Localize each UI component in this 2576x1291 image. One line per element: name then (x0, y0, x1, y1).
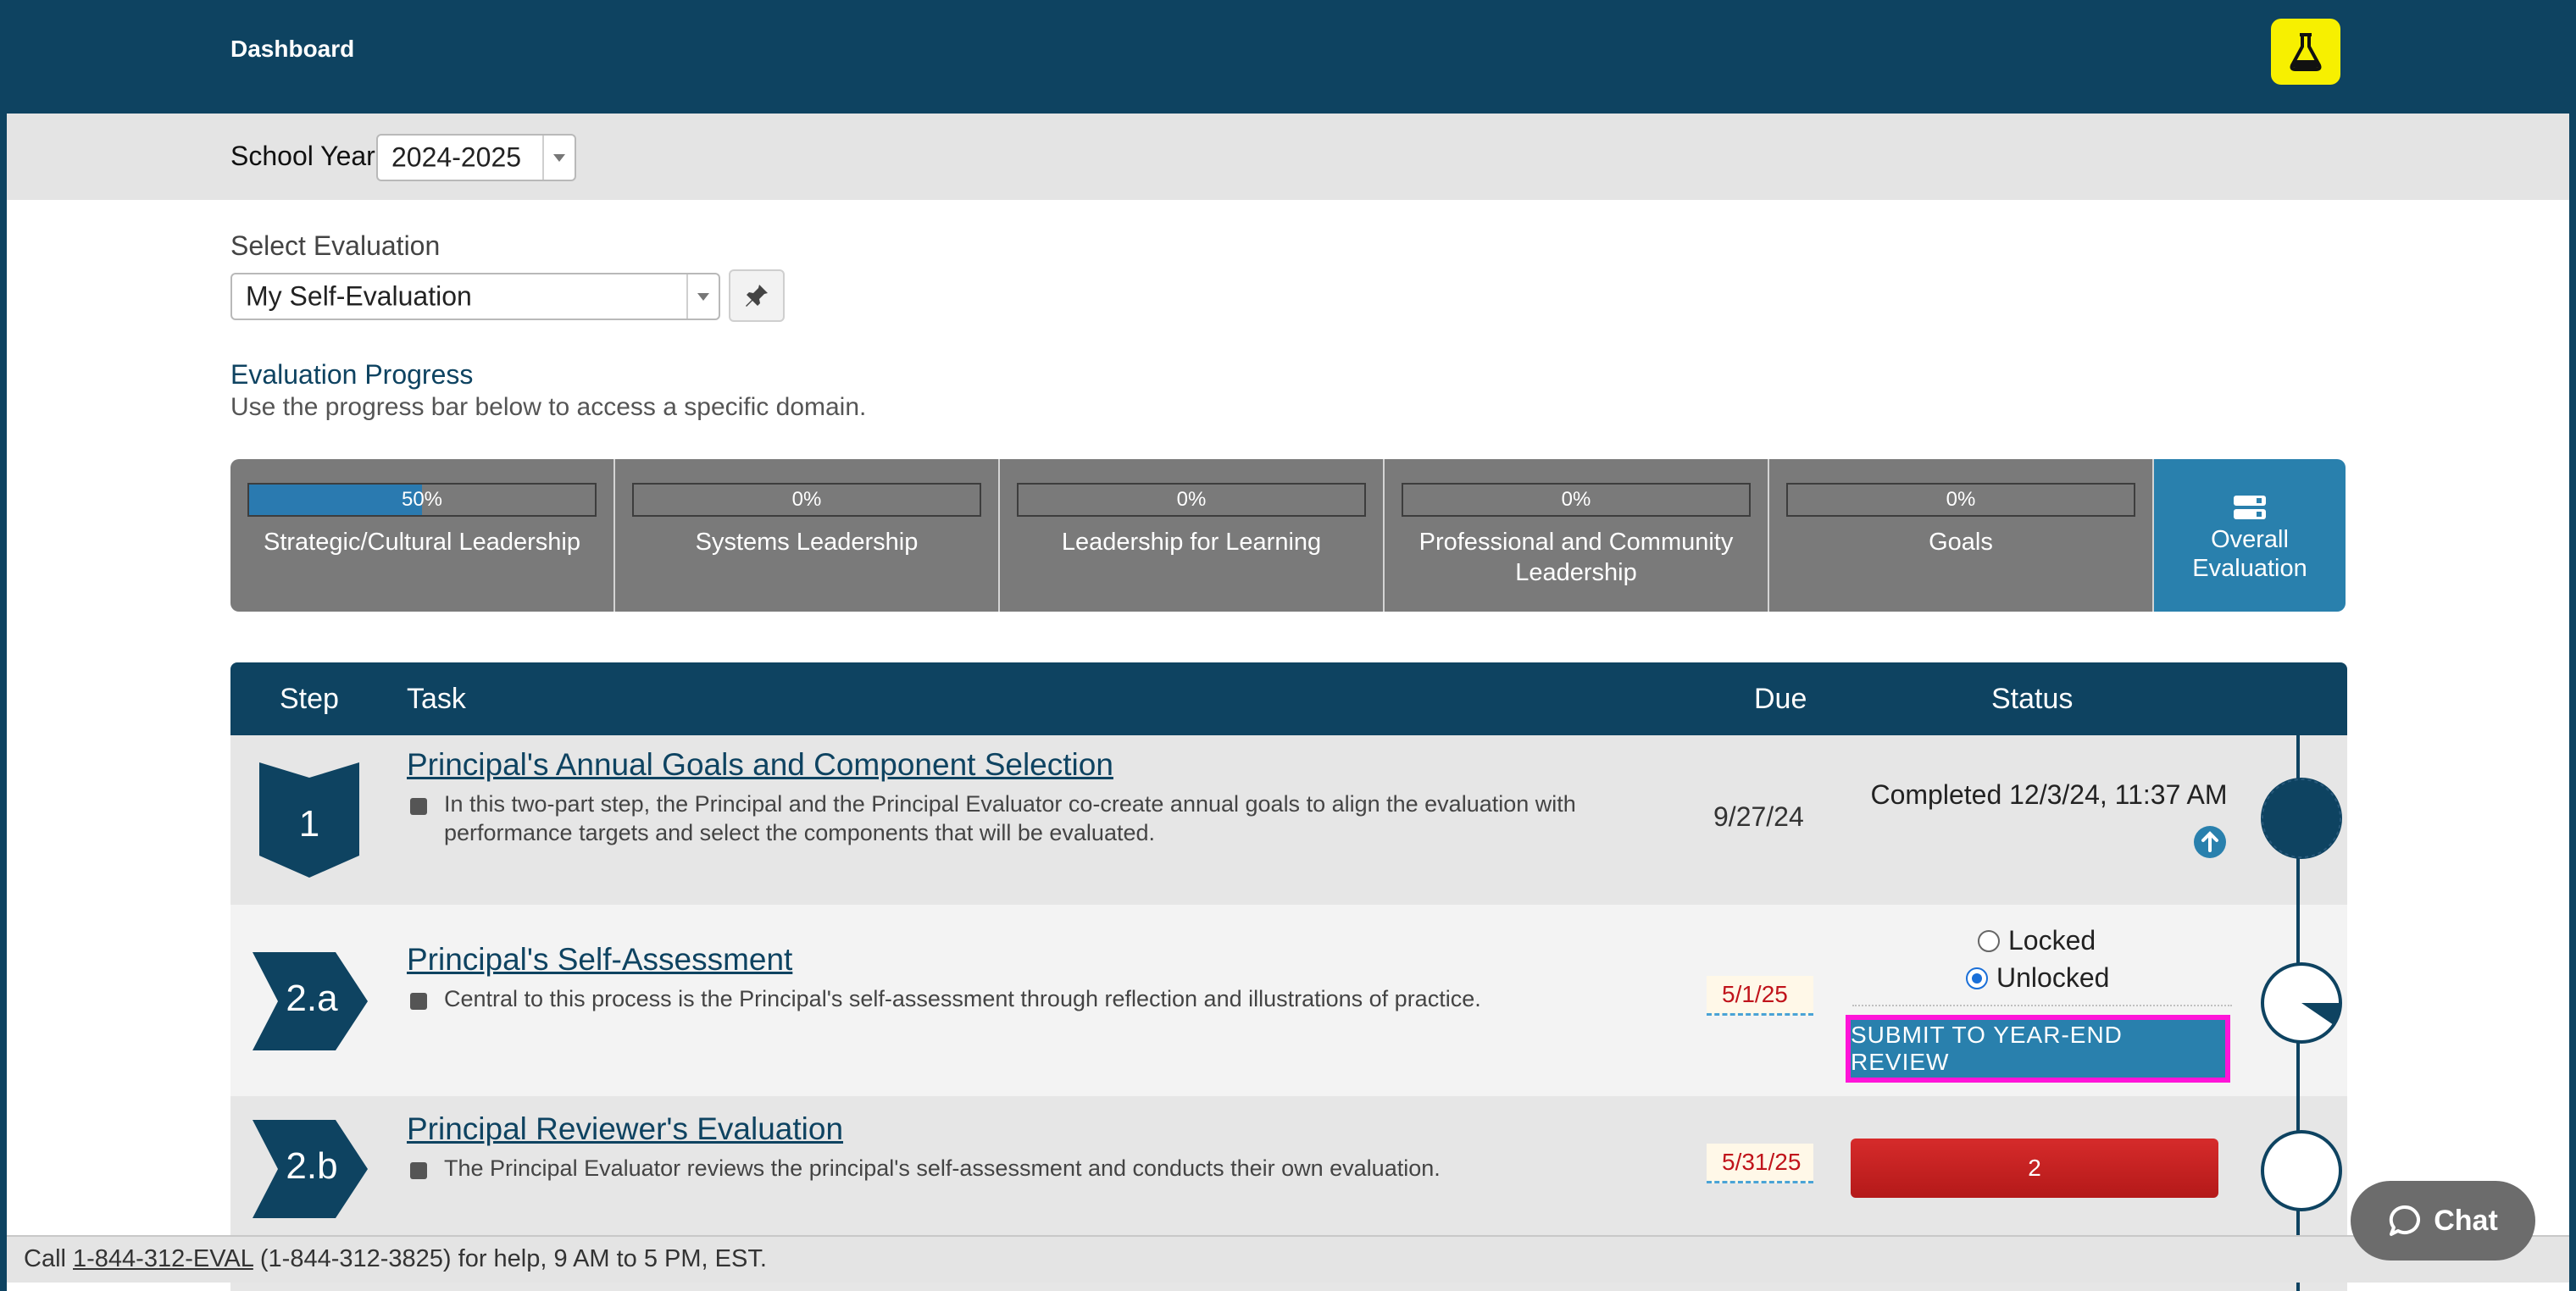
task-description-text: Central to this process is the Principal… (444, 986, 1481, 1011)
locked-radio[interactable]: Locked (1978, 925, 2096, 956)
domain-name: Goals (1929, 529, 1993, 556)
lab-button[interactable] (2271, 19, 2340, 85)
col-status-header: Status (1991, 683, 2074, 715)
nav-dashboard-link[interactable]: Dashboard (230, 36, 354, 63)
due-date: 9/27/24 (1713, 801, 1804, 832)
bullet-square-icon (410, 798, 427, 815)
help-text: Call 1-844-312-EVAL (1-844-312-3825) for… (24, 1245, 767, 1273)
unlocked-radio-label: Unlocked (1996, 962, 2110, 993)
submit-year-end-review-button[interactable]: SUBMIT TO YEAR-END REVIEW (1846, 1015, 2230, 1083)
domain-progress-percent: 0% (1561, 488, 1591, 511)
evaluation-select-value: My Self-Evaluation (246, 280, 472, 312)
domain-progress-bar: 0% (1786, 483, 2135, 517)
progress-pie-icon (2261, 778, 2342, 859)
step-number: 1 (298, 803, 320, 845)
help-footer: Call 1-844-312-EVAL (1-844-312-3825) for… (7, 1235, 2569, 1283)
task-description: In this two-part step, the Principal and… (410, 790, 1681, 847)
table-row: 1 Principal's Annual Goals and Component… (230, 735, 2347, 905)
domain-tile[interactable]: 0% Goals (1769, 459, 2154, 612)
help-phone-link[interactable]: 1-844-312-EVAL (73, 1245, 253, 1272)
due-date-overdue[interactable]: 5/31/25 (1707, 1144, 1813, 1183)
domain-name: Systems Leadership (695, 529, 919, 556)
help-suffix: (1-844-312-3825) for help, 9 AM to 5 PM,… (253, 1245, 767, 1272)
domain-tile[interactable]: 0% Systems Leadership (615, 459, 1000, 612)
domain-name: Professional and Community Leadership (1418, 529, 1734, 586)
domain-progress-bar: 0% (1017, 483, 1366, 517)
overall-evaluation-tile[interactable]: Overall Evaluation (2154, 459, 2346, 612)
task-link[interactable]: Principal's Self-Assessment (407, 942, 792, 978)
evaluation-progress-subtitle: Use the progress bar below to access a s… (230, 393, 867, 421)
col-task-header: Task (407, 683, 466, 715)
domain-name: Strategic/Cultural Leadership (264, 529, 580, 556)
school-year-bar: School Year: 2024-2025 (7, 114, 2569, 200)
arrow-up-circle-icon[interactable] (2193, 825, 2227, 859)
domain-progress-strip: 50% Strategic/Cultural Leadership 0% Sys… (230, 459, 2346, 612)
chat-button[interactable]: Chat (2351, 1181, 2535, 1261)
step-number: 2.b (286, 1145, 338, 1187)
task-link[interactable]: Principal's Annual Goals and Component S… (407, 747, 1113, 783)
progress-pie-icon (2261, 1130, 2342, 1211)
status-divider (1852, 1005, 2232, 1006)
chat-label: Chat (2434, 1204, 2498, 1237)
domain-progress-bar: 50% (247, 483, 597, 517)
domain-tile[interactable]: 50% Strategic/Cultural Leadership (230, 459, 615, 612)
col-due-header: Due (1754, 683, 1807, 715)
domain-progress-percent: 50% (401, 488, 443, 511)
tasks-table-header: Step Task Due Status (230, 662, 2347, 735)
school-year-value: 2024-2025 (391, 141, 522, 173)
unlocked-radio[interactable]: Unlocked (1966, 962, 2109, 994)
school-year-select[interactable]: 2024-2025 (376, 134, 576, 181)
due-date-overdue[interactable]: 5/1/25 (1707, 976, 1813, 1016)
domain-progress-bar: 0% (632, 483, 981, 517)
status-completed: Completed 12/3/24, 11:37 AM (1870, 779, 2228, 810)
radio-circle-selected (1966, 967, 1988, 989)
progress-pie-icon (2261, 962, 2342, 1044)
task-description-text: In this two-part step, the Principal and… (444, 791, 1576, 845)
col-step-header: Step (280, 683, 339, 715)
domain-tile[interactable]: 0% Professional and Community Leadership (1385, 459, 1769, 612)
domain-progress-percent: 0% (791, 488, 822, 511)
evaluation-select[interactable]: My Self-Evaluation (230, 273, 720, 320)
pin-icon (746, 285, 768, 307)
bullet-square-icon (410, 993, 427, 1010)
evaluation-progress-title: Evaluation Progress (230, 359, 474, 390)
help-prefix: Call (24, 1245, 74, 1272)
overall-evaluation-icon (2234, 496, 2266, 519)
task-description: The Principal Evaluator reviews the prin… (410, 1154, 1681, 1183)
locked-radio-label: Locked (2008, 925, 2096, 956)
status-count-button[interactable]: 2 (1851, 1139, 2218, 1198)
chevron-down-icon (686, 274, 719, 319)
chevron-down-icon (542, 136, 575, 180)
select-evaluation-label: Select Evaluation (230, 230, 441, 261)
chat-bubble-icon (2390, 1205, 2421, 1236)
domain-name: Leadership for Learning (1061, 529, 1322, 556)
top-nav-bar: Dashboard (0, 0, 2576, 114)
task-link[interactable]: Principal Reviewer's Evaluation (407, 1111, 843, 1147)
task-description-text: The Principal Evaluator reviews the prin… (444, 1155, 1441, 1181)
overall-evaluation-label: Overall Evaluation (2192, 526, 2307, 582)
domain-progress-percent: 0% (1946, 488, 1976, 511)
flask-icon (2290, 33, 2322, 71)
domain-tile[interactable]: 0% Leadership for Learning (1000, 459, 1385, 612)
domain-progress-percent: 0% (1176, 488, 1207, 511)
radio-circle (1978, 929, 2000, 952)
pin-button[interactable] (729, 269, 785, 322)
task-description: Central to this process is the Principal… (410, 984, 1681, 1013)
step-number: 2.a (286, 978, 338, 1019)
domain-progress-bar: 0% (1402, 483, 1751, 517)
bullet-square-icon (410, 1162, 427, 1179)
school-year-label: School Year: (230, 141, 383, 171)
